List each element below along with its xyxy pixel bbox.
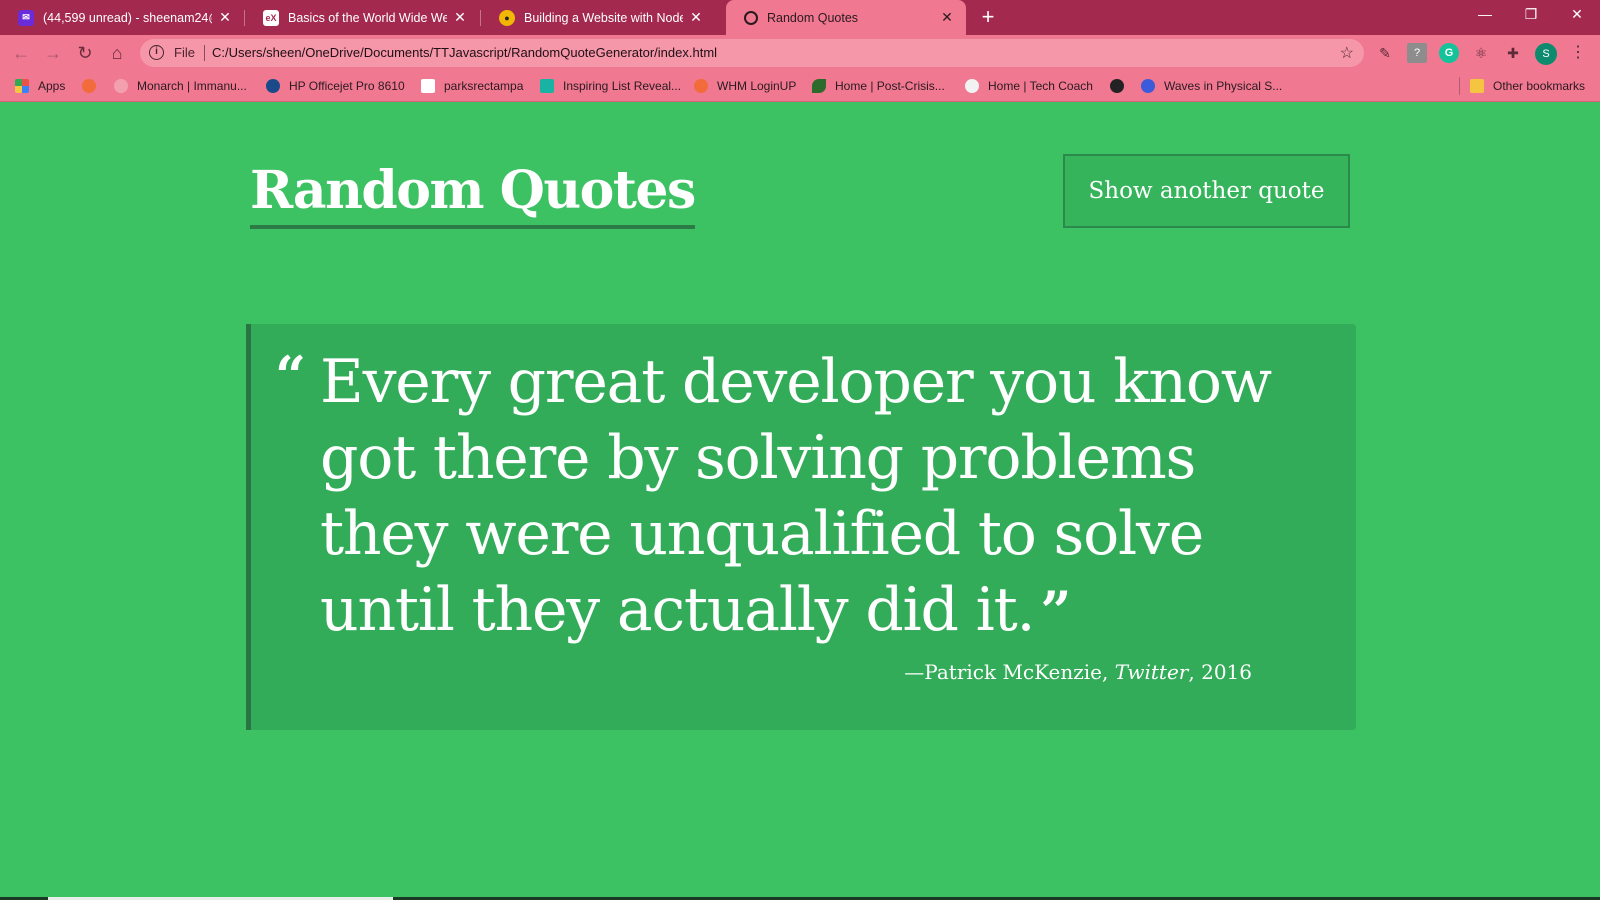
tab-nodejs[interactable]: ● Building a Website with Node.js a ✕ [481, 0, 715, 35]
cloud-icon [82, 79, 96, 93]
edx-icon: eX [263, 9, 279, 26]
address-divider [204, 45, 205, 61]
tab-title: Basics of the World Wide Web | V [288, 10, 447, 25]
quote-source: Twitter [1114, 660, 1189, 684]
bookmark-whm-login[interactable]: WHM LoginUP [694, 76, 796, 96]
globe-icon [1110, 79, 1124, 93]
hp-logo-icon [266, 79, 280, 93]
leaf-icon [812, 79, 826, 93]
grammarly-icon[interactable]: G [1439, 43, 1459, 63]
bookmark-waves[interactable]: Waves in Physical S... [1141, 76, 1282, 96]
globe-icon [744, 10, 758, 25]
bookmark-parksrectampa[interactable]: parksrectampa [421, 76, 523, 96]
bookmark-apps[interactable]: Apps [15, 76, 65, 96]
new-tab-button[interactable]: + [976, 6, 1000, 30]
forward-arrow-icon[interactable]: → [40, 40, 66, 66]
tab-strip: ✉ (44,599 unread) - sheenam24@y ✕ eX Bas… [0, 0, 1600, 35]
back-arrow-icon[interactable]: ← [8, 40, 34, 66]
bars-icon [540, 79, 554, 93]
bookmark-star-icon[interactable]: ☆ [1340, 43, 1354, 63]
bookmark-label: HP Officejet Pro 8610 [289, 79, 405, 93]
close-tab-icon[interactable]: ✕ [216, 9, 234, 26]
bookmark-tech-coach[interactable]: Home | Tech Coach [965, 76, 1093, 96]
quote-text: Every great developer you know got there… [320, 344, 1340, 649]
chat-bubble-icon [965, 79, 979, 93]
youtube-icon [1141, 79, 1155, 93]
page-content: Random Quotes Show another quote “ Every… [0, 103, 1600, 900]
quote-year: 2016 [1201, 660, 1252, 684]
quote-citation: —Patrick McKenzie, Twitter, 2016 [904, 660, 1252, 684]
bookmark-label: Home | Post-Crisis... [835, 79, 945, 93]
bookmark-label: Waves in Physical S... [1164, 79, 1283, 93]
minimize-button[interactable]: — [1462, 0, 1508, 30]
letter-y-icon [421, 79, 435, 93]
monarch-icon [114, 79, 128, 93]
bookmark-unnamed-2[interactable] [1110, 76, 1133, 96]
bookmark-post-crisis[interactable]: Home | Post-Crisis... [812, 76, 945, 96]
cpanel-icon [694, 79, 708, 93]
bookmark-label: Apps [38, 79, 66, 93]
tab-random-quotes[interactable]: Random Quotes ✕ [726, 0, 966, 35]
close-tab-icon[interactable]: ✕ [687, 9, 705, 26]
info-icon[interactable]: i [149, 45, 164, 60]
bookmark-label: WHM LoginUP [717, 79, 797, 93]
react-devtools-icon[interactable]: ⚛ [1471, 43, 1491, 63]
extensions-puzzle-icon[interactable]: ✚ [1503, 43, 1523, 63]
bookmarks-separator [1459, 77, 1460, 95]
eyedropper-extension-icon[interactable]: ✎ [1375, 43, 1395, 63]
reload-icon[interactable]: ↻ [72, 40, 98, 66]
restore-button[interactable]: ❐ [1508, 0, 1554, 30]
close-window-button[interactable]: ✕ [1554, 0, 1600, 30]
close-quote-mark: ” [1040, 579, 1071, 643]
bookmark-monarch[interactable]: Monarch | Immanu... [114, 76, 247, 96]
bookmark-label: Monarch | Immanu... [137, 79, 247, 93]
page-title: Random Quotes [250, 159, 696, 229]
codecademy-icon: ● [499, 9, 515, 26]
tab-yahoo-mail[interactable]: ✉ (44,599 unread) - sheenam24@y ✕ [0, 0, 244, 35]
kebab-menu-icon[interactable]: ⋮ [1570, 41, 1586, 65]
tab-basics-www[interactable]: eX Basics of the World Wide Web | V ✕ [245, 0, 479, 35]
show-another-quote-button[interactable]: Show another quote [1063, 154, 1350, 228]
folder-icon [1470, 79, 1484, 93]
scheme-label: File [174, 45, 195, 60]
citation-dash: — [904, 660, 925, 684]
bookmark-inspiring-list[interactable]: Inspiring List Reveal... [540, 76, 681, 96]
quote-box: “ Every great developer you know got the… [246, 324, 1356, 730]
open-quote-mark: “ [275, 344, 307, 408]
bookmark-label: Other bookmarks [1493, 79, 1586, 93]
profile-avatar[interactable]: S [1535, 43, 1557, 65]
bookmark-label: Inspiring List Reveal... [563, 79, 682, 93]
url-text[interactable]: C:/Users/sheen/OneDrive/Documents/TTJava… [212, 45, 717, 60]
home-icon[interactable]: ⌂ [104, 40, 130, 66]
bookmark-hp-officejet[interactable]: HP Officejet Pro 8610 [266, 76, 405, 96]
tab-title: Building a Website with Node.js a [524, 10, 683, 25]
close-tab-icon[interactable]: ✕ [938, 9, 956, 26]
bookmark-other[interactable]: Other bookmarks [1470, 76, 1585, 96]
address-bar[interactable]: i File C:/Users/sheen/OneDrive/Documents… [140, 39, 1364, 67]
bookmark-unnamed-1[interactable] [82, 76, 105, 96]
browser-toolbar: ← → ↻ ⌂ i File C:/Users/sheen/OneDrive/D… [0, 35, 1600, 70]
quote-author: Patrick McKenzie [924, 660, 1103, 684]
bookmarks-bar: Apps Monarch | Immanu... HP Officejet Pr… [0, 70, 1600, 102]
bookmark-label: Home | Tech Coach [988, 79, 1093, 93]
apps-grid-icon [15, 79, 29, 93]
quote-body: Every great developer you know got there… [320, 347, 1272, 645]
close-tab-icon[interactable]: ✕ [451, 9, 469, 26]
bookmark-label: parksrectampa [444, 79, 524, 93]
tab-title: (44,599 unread) - sheenam24@y [43, 10, 212, 25]
mail-icon: ✉ [18, 9, 34, 26]
tab-title: Random Quotes [767, 10, 859, 25]
unknown-extension-icon[interactable]: ? [1407, 43, 1427, 63]
